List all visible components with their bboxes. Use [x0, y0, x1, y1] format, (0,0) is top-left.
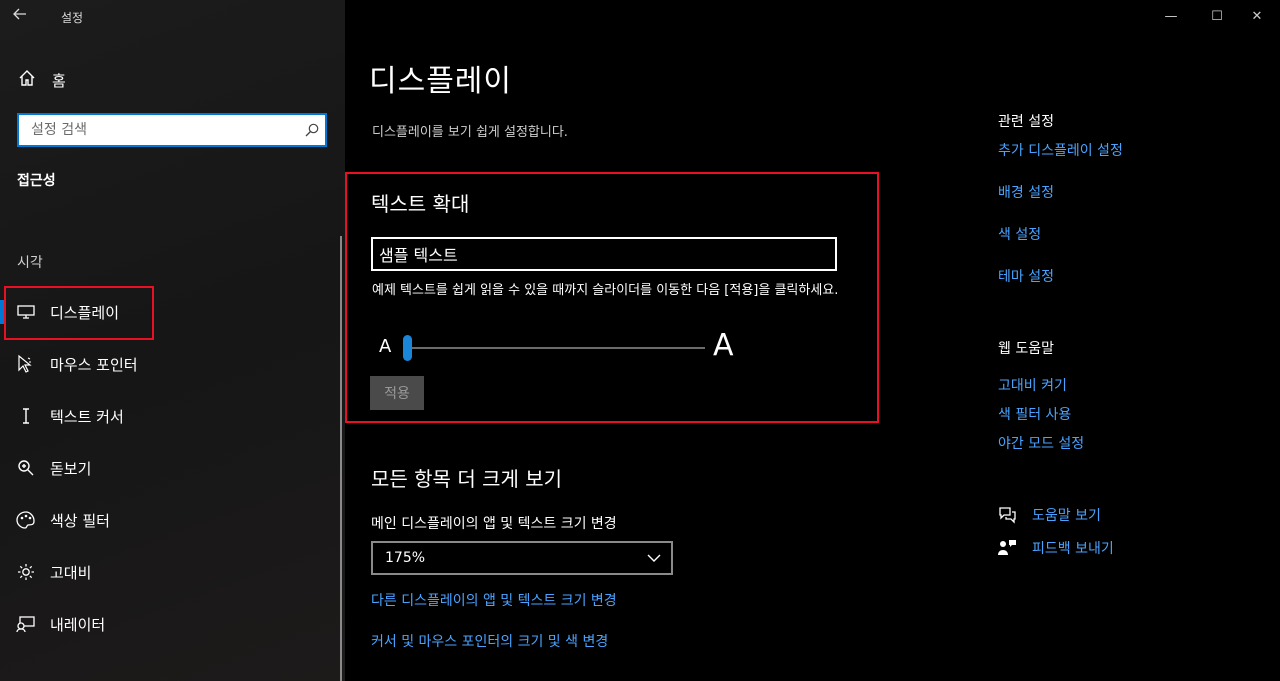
sample-text: 샘플 텍스트 — [379, 246, 458, 265]
minimize-icon: — — [1164, 8, 1178, 24]
narrator-icon — [16, 614, 36, 634]
web-help-title: 웹 도움말 — [998, 341, 1054, 357]
night-mode-settings-link[interactable]: 야간 모드 설정 — [998, 433, 1084, 453]
text-size-instruction: 예제 텍스트를 쉽게 읽을 수 있을 때까지 슬라이더를 이동한 다음 [적용]… — [372, 283, 839, 298]
sidebar-item-label: 텍스트 커서 — [50, 407, 124, 426]
sidebar-item-label: 고대비 — [50, 563, 92, 582]
scale-value: 175% — [385, 550, 426, 566]
text-size-heading: 텍스트 확대 — [371, 192, 470, 216]
sidebar-item-color-filter[interactable]: 색상 필터 — [0, 494, 345, 546]
sidebar-item-magnifier[interactable]: 돋보기 — [0, 442, 345, 494]
slider-max-label: A — [713, 328, 734, 363]
magnifier-icon — [16, 458, 36, 478]
palette-icon — [16, 510, 36, 530]
mouse-pointer-icon — [16, 354, 36, 374]
sidebar-item-label: 내레이터 — [50, 615, 106, 634]
get-help-link[interactable]: 도움말 보기 — [996, 504, 1101, 526]
search-icon[interactable] — [299, 115, 325, 145]
related-settings-title: 관련 설정 — [998, 114, 1054, 130]
close-button[interactable]: ✕ — [1234, 4, 1280, 28]
home-nav-item[interactable]: 홈 — [18, 68, 66, 92]
sample-text-box: 샘플 텍스트 — [371, 237, 837, 271]
cursor-pointer-size-link[interactable]: 커서 및 마우스 포인터의 크기 및 색 변경 — [371, 631, 608, 651]
highlight-box-display — [4, 286, 154, 340]
sidebar-item-text-cursor[interactable]: 텍스트 커서 — [0, 390, 345, 442]
color-filter-use-link[interactable]: 색 필터 사용 — [998, 404, 1071, 424]
group-title-vision: 시각 — [17, 255, 43, 271]
section-title: 접근성 — [17, 173, 56, 189]
sidebar-item-label: 돋보기 — [50, 459, 92, 478]
help-chat-icon — [996, 504, 1018, 526]
close-icon: ✕ — [1251, 8, 1263, 24]
home-label: 홈 — [52, 71, 66, 90]
chevron-down-icon — [645, 549, 663, 567]
make-bigger-heading: 모든 항목 더 크게 보기 — [371, 467, 563, 491]
search-input[interactable] — [19, 115, 299, 145]
additional-display-settings-link[interactable]: 추가 디스플레이 설정 — [998, 140, 1123, 160]
text-cursor-icon — [16, 406, 36, 426]
minimize-button[interactable]: — — [1148, 4, 1194, 28]
text-size-slider-track[interactable] — [403, 347, 705, 349]
sidebar-item-label: 색상 필터 — [50, 511, 110, 530]
apply-button[interactable]: 적용 — [370, 376, 424, 410]
main-content: — ☐ ✕ 디스플레이 디스플레이를 보기 쉽게 설정합니다. 텍스트 확대 샘… — [345, 0, 1280, 681]
app-title: 설정 — [61, 11, 84, 25]
page-description: 디스플레이를 보기 쉽게 설정합니다. — [372, 125, 568, 140]
back-arrow-icon[interactable] — [12, 6, 32, 26]
home-icon — [18, 69, 36, 91]
high-contrast-on-link[interactable]: 고대비 켜기 — [998, 375, 1067, 395]
background-settings-link[interactable]: 배경 설정 — [998, 182, 1054, 202]
sidebar-scrollbar[interactable] — [340, 236, 342, 681]
sidebar-item-high-contrast[interactable]: 고대비 — [0, 546, 345, 598]
color-settings-link[interactable]: 색 설정 — [998, 224, 1041, 244]
sidebar-item-label: 마우스 포인터 — [50, 355, 138, 374]
get-help-label: 도움말 보기 — [1032, 508, 1101, 524]
text-size-slider-thumb[interactable] — [403, 335, 412, 361]
send-feedback-link[interactable]: 피드백 보내기 — [996, 537, 1114, 559]
other-display-scale-link[interactable]: 다른 디스플레이의 앱 및 텍스트 크기 변경 — [371, 590, 617, 610]
feedback-person-icon — [996, 537, 1018, 559]
search-box[interactable] — [17, 113, 327, 147]
scale-label: 메인 디스플레이의 앱 및 텍스트 크기 변경 — [371, 516, 617, 532]
sidebar-nav: 디스플레이 마우스 포인터 텍스트 커서 돋보기 색상 필터 고대비 내레이터 — [0, 286, 345, 650]
maximize-icon: ☐ — [1211, 8, 1223, 24]
sidebar-item-mouse-pointer[interactable]: 마우스 포인터 — [0, 338, 345, 390]
scale-dropdown[interactable]: 175% — [371, 541, 673, 575]
send-feedback-label: 피드백 보내기 — [1032, 541, 1114, 557]
page-title: 디스플레이 — [369, 64, 512, 99]
sidebar: 설정 홈 접근성 시각 디스플레이 마우스 포인터 — [0, 0, 345, 681]
theme-settings-link[interactable]: 테마 설정 — [998, 266, 1054, 286]
sun-icon — [16, 562, 36, 582]
sidebar-item-narrator[interactable]: 내레이터 — [0, 598, 345, 650]
slider-min-label: A — [379, 336, 392, 357]
